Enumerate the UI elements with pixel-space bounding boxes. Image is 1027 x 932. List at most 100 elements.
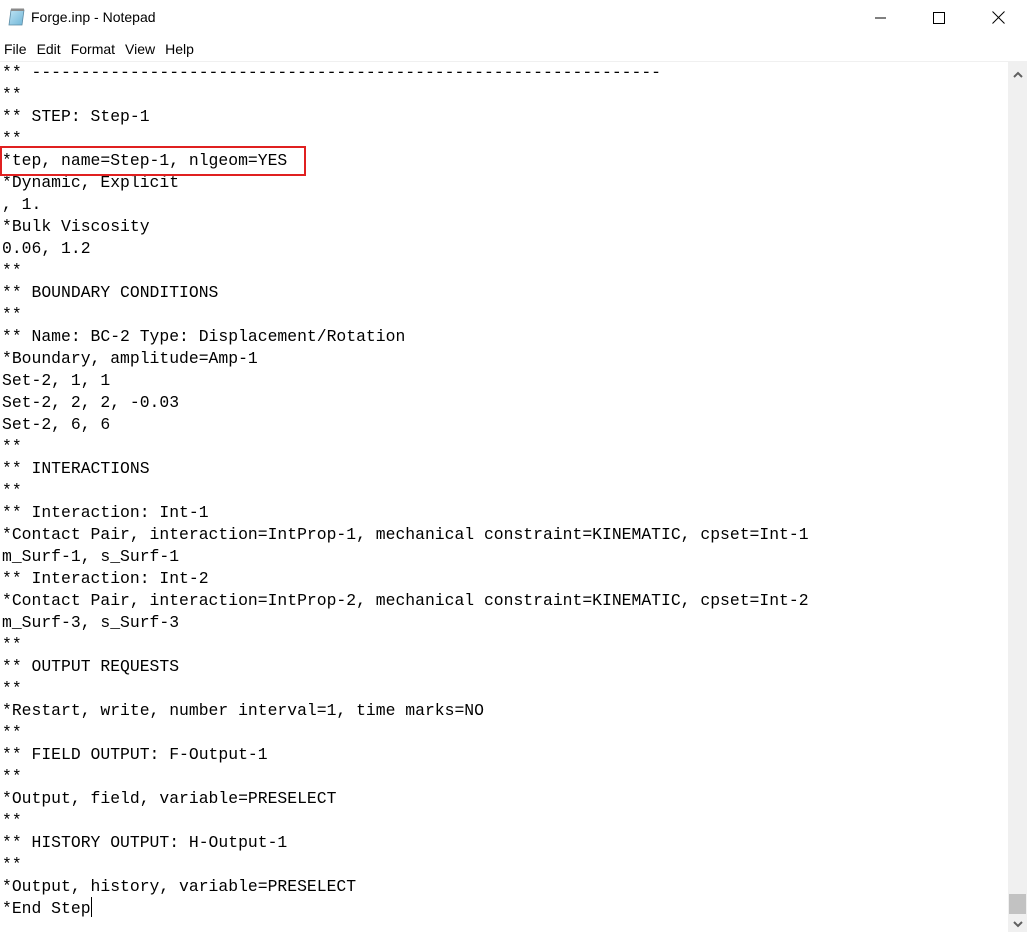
text-line[interactable]: *Boundary, amplitude=Amp-1 (2, 348, 809, 370)
line-text: m_Surf-1, s_Surf-1 (2, 547, 180, 566)
text-line[interactable]: ** (2, 766, 809, 788)
line-text: ** Interaction: Int-1 (2, 503, 209, 522)
text-line[interactable]: Set-2, 2, 2, -0.03 (2, 392, 809, 414)
text-line[interactable]: ** -------------------------------------… (2, 62, 809, 84)
scroll-thumb[interactable] (1009, 894, 1026, 914)
text-line[interactable]: ** Name: BC-2 Type: Displacement/Rotatio… (2, 326, 809, 348)
line-text: ** -------------------------------------… (2, 63, 662, 82)
maximize-button[interactable] (910, 0, 968, 37)
text-line[interactable]: ** Interaction: Int-2 (2, 568, 809, 590)
editor-lines[interactable]: ** -------------------------------------… (2, 62, 809, 920)
line-text: m_Surf-3, s_Surf-3 (2, 613, 180, 632)
line-text: Set-2, 1, 1 (2, 371, 111, 390)
text-line[interactable]: *Restart, write, number interval=1, time… (2, 700, 809, 722)
text-line[interactable]: 0.06, 1.2 (2, 238, 809, 260)
menu-view[interactable]: View (121, 37, 161, 61)
highlighted-line[interactable]: *tep, name=Step-1, nlgeom=YES (2, 150, 809, 172)
window-title: Forge.inp - Notepad (31, 9, 156, 25)
menu-bar: File Edit Format View Help (0, 37, 1027, 62)
line-text: ** STEP: Step-1 (2, 107, 150, 126)
line-text: ** (2, 261, 22, 280)
text-line[interactable]: ** (2, 84, 809, 106)
text-line[interactable]: m_Surf-3, s_Surf-3 (2, 612, 809, 634)
line-text: ** (2, 85, 22, 104)
text-line[interactable]: Set-2, 6, 6 (2, 414, 809, 436)
scroll-up-button[interactable] (1008, 62, 1027, 82)
menu-format[interactable]: Format (67, 37, 121, 61)
text-line[interactable]: ** (2, 722, 809, 744)
text-line[interactable]: ** (2, 128, 809, 150)
text-line[interactable]: *Output, history, variable=PRESELECT (2, 876, 809, 898)
minimize-icon (875, 9, 887, 28)
text-line[interactable]: ** HISTORY OUTPUT: H-Output-1 (2, 832, 809, 854)
line-text: *Bulk Viscosity (2, 217, 150, 236)
vertical-scrollbar[interactable] (1008, 62, 1027, 932)
chevron-up-icon (1012, 63, 1023, 82)
text-line[interactable]: *Contact Pair, interaction=IntProp-1, me… (2, 524, 809, 546)
line-text: ** (2, 855, 22, 874)
menu-edit[interactable]: Edit (33, 37, 67, 61)
text-line[interactable]: ** (2, 304, 809, 326)
text-line[interactable]: ** FIELD OUTPUT: F-Output-1 (2, 744, 809, 766)
text-line[interactable]: *Bulk Viscosity (2, 216, 809, 238)
scroll-down-button[interactable] (1008, 912, 1027, 932)
text-line[interactable]: ** INTERACTIONS (2, 458, 809, 480)
line-text: ** (2, 723, 22, 742)
text-line[interactable]: ** (2, 436, 809, 458)
line-text: *Contact Pair, interaction=IntProp-2, me… (2, 591, 809, 610)
line-text: Set-2, 6, 6 (2, 415, 111, 434)
line-text: ** (2, 635, 22, 654)
close-button[interactable] (969, 0, 1027, 37)
line-text: *Contact Pair, interaction=IntProp-1, me… (2, 525, 809, 544)
text-editor[interactable]: ** -------------------------------------… (0, 62, 1008, 932)
text-line[interactable]: *Output, field, variable=PRESELECT (2, 788, 809, 810)
text-line[interactable]: ** (2, 854, 809, 876)
text-line[interactable]: ** (2, 678, 809, 700)
line-text: ** Interaction: Int-2 (2, 569, 209, 588)
close-icon (991, 9, 1005, 28)
maximize-icon (933, 9, 945, 28)
chevron-down-icon (1012, 913, 1023, 932)
line-text: *tep, name=Step-1, nlgeom=YES (2, 151, 288, 170)
line-text: ** FIELD OUTPUT: F-Output-1 (2, 745, 268, 764)
line-text: *Boundary, amplitude=Amp-1 (2, 349, 258, 368)
menu-help[interactable]: Help (161, 37, 200, 61)
line-text: ** (2, 437, 22, 456)
line-text: ** INTERACTIONS (2, 459, 150, 478)
text-line[interactable]: *Contact Pair, interaction=IntProp-2, me… (2, 590, 809, 612)
line-text: ** (2, 679, 22, 698)
line-text: ** (2, 811, 22, 830)
line-text: Set-2, 2, 2, -0.03 (2, 393, 180, 412)
text-line[interactable]: Set-2, 1, 1 (2, 370, 809, 392)
text-line[interactable]: *Dynamic, Explicit (2, 172, 809, 194)
text-line[interactable]: ** BOUNDARY CONDITIONS (2, 282, 809, 304)
text-caret (90, 897, 92, 918)
minimize-button[interactable] (852, 0, 910, 37)
line-text: ** (2, 767, 22, 786)
text-line[interactable]: ** (2, 260, 809, 282)
text-line[interactable]: *End Step (2, 897, 809, 920)
line-text: 0.06, 1.2 (2, 239, 91, 258)
text-line[interactable]: , 1. (2, 194, 809, 216)
text-line[interactable]: ** (2, 634, 809, 656)
text-line[interactable]: ** OUTPUT REQUESTS (2, 656, 809, 678)
line-text: ** (2, 305, 22, 324)
line-text: ** (2, 481, 22, 500)
line-text: *Output, field, variable=PRESELECT (2, 789, 337, 808)
menu-file[interactable]: File (0, 37, 33, 61)
line-text: ** Name: BC-2 Type: Displacement/Rotatio… (2, 327, 406, 346)
text-line[interactable]: ** (2, 480, 809, 502)
line-text: ** OUTPUT REQUESTS (2, 657, 180, 676)
line-text: *Dynamic, Explicit (2, 173, 180, 192)
text-line[interactable]: ** (2, 810, 809, 832)
text-line[interactable]: ** Interaction: Int-1 (2, 502, 809, 524)
title-bar: Forge.inp - Notepad (0, 0, 1027, 37)
text-line[interactable]: m_Surf-1, s_Surf-1 (2, 546, 809, 568)
line-text: *Output, history, variable=PRESELECT (2, 877, 357, 896)
text-line[interactable]: ** STEP: Step-1 (2, 106, 809, 128)
line-text: *Restart, write, number interval=1, time… (2, 701, 484, 720)
line-text: ** HISTORY OUTPUT: H-Output-1 (2, 833, 288, 852)
line-text: ** BOUNDARY CONDITIONS (2, 283, 219, 302)
line-text: *End Step (2, 899, 91, 918)
notepad-icon (8, 8, 25, 26)
